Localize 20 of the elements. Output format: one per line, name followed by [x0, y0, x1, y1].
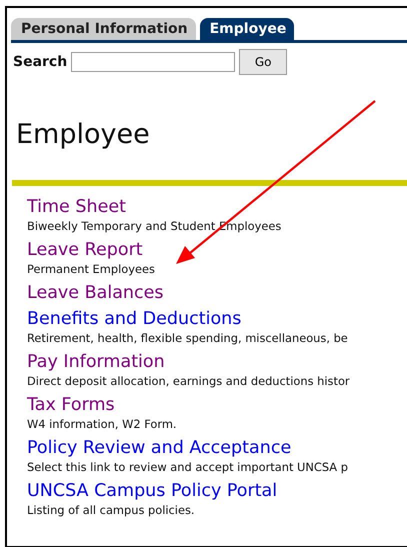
- link-description: Listing of all campus policies.: [27, 502, 195, 519]
- menu-link[interactable]: Pay Information: [27, 351, 165, 373]
- menu-link[interactable]: Policy Review and Acceptance: [27, 437, 292, 459]
- search-field[interactable]: [71, 52, 236, 72]
- menu-link[interactable]: Leave Balances: [27, 282, 164, 304]
- menu-link[interactable]: Tax Forms: [27, 394, 115, 416]
- go-button[interactable]: Go: [239, 49, 288, 75]
- link-description: Select this link to review and accept important UNCSA p: [27, 459, 348, 476]
- menu-link[interactable]: Time Sheet: [27, 196, 126, 218]
- search-label: Search: [13, 54, 68, 70]
- menu-link[interactable]: Benefits and Deductions: [27, 308, 242, 330]
- page-heading: Employee: [16, 119, 151, 150]
- link-description: W4 information, W2 Form.: [27, 416, 177, 433]
- tab[interactable]: Employee: [200, 18, 294, 40]
- tab[interactable]: Personal Information: [11, 18, 196, 40]
- link-description: Permanent Employees: [27, 261, 155, 278]
- link-description: Retirement, health, flexible spending, miscellaneous, be: [27, 330, 348, 347]
- link-description: Direct deposit allocation, earnings and deductions histor: [27, 373, 350, 390]
- menu-link[interactable]: Leave Report: [27, 239, 143, 261]
- menu-link[interactable]: UNCSA Campus Policy Portal: [27, 480, 278, 502]
